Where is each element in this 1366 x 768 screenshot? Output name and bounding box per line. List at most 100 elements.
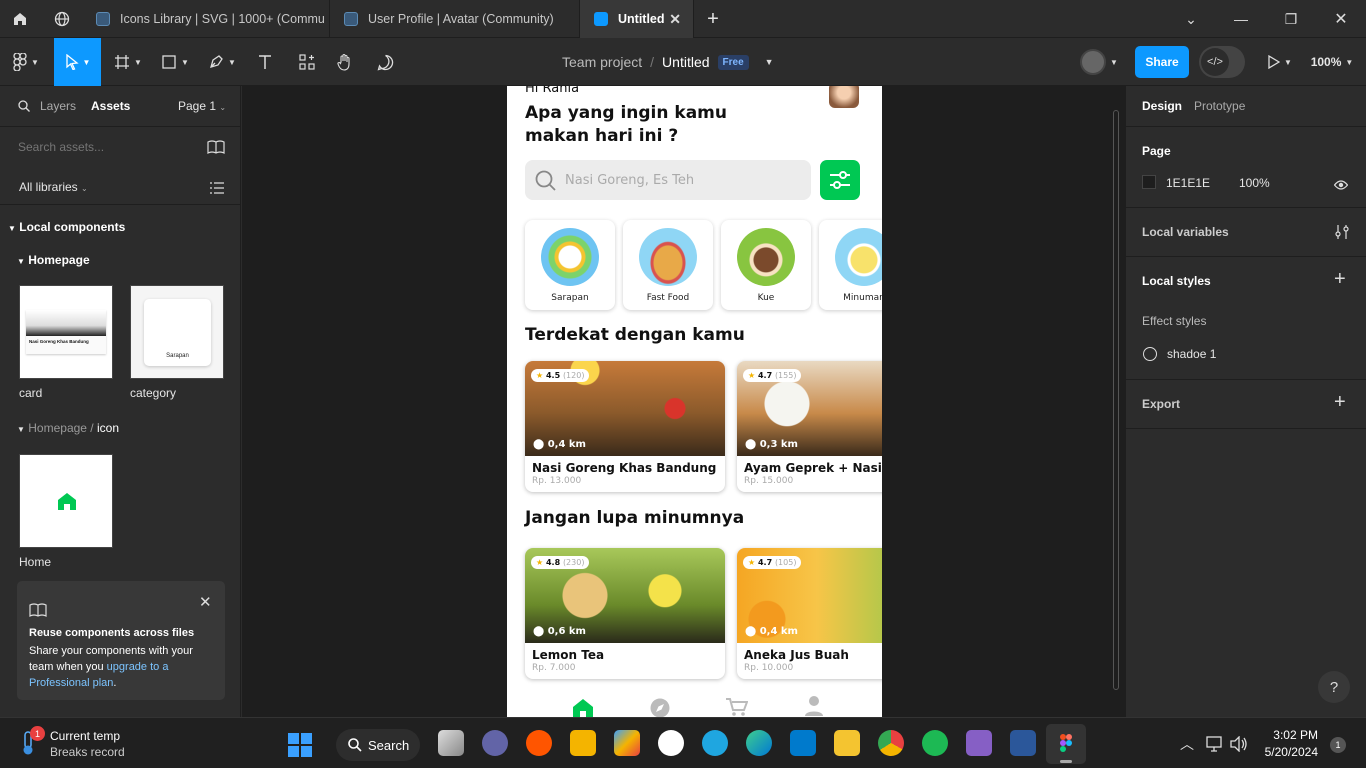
clock-date[interactable]: 5/20/2024 bbox=[1258, 745, 1318, 759]
close-window-icon[interactable]: ✕ bbox=[1316, 0, 1366, 38]
home-icon-component-thumb[interactable] bbox=[19, 454, 113, 548]
add-style-icon[interactable]: + bbox=[1334, 268, 1346, 291]
chevron-down-icon[interactable]: ▼ bbox=[765, 57, 774, 67]
tab-untitled[interactable]: Untitled ✕ bbox=[580, 0, 694, 38]
drink-card[interactable]: ★ 4.8 (230) ⬤ 0,6 km Lemon Tea Rp. 7.000 bbox=[525, 548, 725, 679]
page-color-value[interactable]: 1E1E1E bbox=[1166, 176, 1210, 190]
network-icon[interactable] bbox=[1206, 736, 1224, 752]
cart-icon[interactable] bbox=[726, 698, 748, 716]
tab-design[interactable]: Design bbox=[1142, 99, 1182, 113]
vscode-icon[interactable] bbox=[790, 730, 816, 756]
volume-icon[interactable] bbox=[1230, 736, 1248, 752]
tab-layers[interactable]: Layers bbox=[40, 99, 76, 113]
homepage-group-header[interactable]: ▼ Homepage bbox=[17, 253, 90, 267]
taskbar-search[interactable]: Search bbox=[336, 729, 420, 761]
file-explorer-icon[interactable] bbox=[834, 730, 860, 756]
weather-subtitle[interactable]: Breaks record bbox=[50, 745, 125, 759]
main-menu-button[interactable]: ▼ bbox=[6, 38, 46, 86]
page-color-swatch[interactable] bbox=[1142, 175, 1156, 189]
drink-card[interactable]: ★ 4.7 (105) ⬤ 0,4 km Aneka Jus Buah Rp. … bbox=[737, 548, 882, 679]
search-assets-input[interactable] bbox=[10, 135, 190, 159]
comment-tool-icon[interactable] bbox=[370, 38, 400, 86]
filter-button[interactable] bbox=[820, 160, 860, 200]
homepage-frame[interactable]: Hi Rania Apa yang ingin kamu makan hari … bbox=[507, 86, 882, 717]
eye-icon[interactable] bbox=[1333, 177, 1349, 195]
present-button[interactable]: ▼ bbox=[1262, 38, 1298, 86]
weather-title[interactable]: Current temp bbox=[50, 729, 120, 743]
effect-style-name[interactable]: shadoe 1 bbox=[1167, 347, 1216, 361]
chevron-up-icon[interactable]: ︿ bbox=[1180, 734, 1194, 754]
chevron-down-icon[interactable]: ⌄ bbox=[1166, 0, 1216, 38]
canvas-scrollbar[interactable] bbox=[1113, 110, 1119, 690]
minimize-icon[interactable]: — bbox=[1216, 0, 1266, 38]
microsoft-store-icon[interactable] bbox=[614, 730, 640, 756]
explore-icon[interactable] bbox=[650, 698, 670, 717]
resources-icon[interactable] bbox=[292, 38, 322, 86]
dev-mode-toggle[interactable]: </> bbox=[1199, 46, 1245, 78]
search-icon[interactable] bbox=[18, 99, 30, 117]
move-tool-button[interactable]: ▼ bbox=[54, 38, 101, 86]
notes-app-icon[interactable] bbox=[570, 730, 596, 756]
figma-taskbar-button[interactable] bbox=[1046, 724, 1086, 764]
spotify-icon[interactable] bbox=[922, 730, 948, 756]
card-component-thumb[interactable]: Nasi Goreng Khas Bandung bbox=[19, 285, 113, 379]
avatar[interactable]: ▼ bbox=[1080, 48, 1126, 76]
drink-name: Lemon Tea bbox=[532, 648, 605, 662]
edge-icon[interactable] bbox=[746, 730, 772, 756]
book-icon[interactable] bbox=[207, 140, 225, 159]
local-variables-title[interactable]: Local variables bbox=[1142, 225, 1229, 239]
list-view-icon[interactable] bbox=[210, 181, 224, 199]
home-icon[interactable] bbox=[0, 0, 40, 38]
category-component-thumb[interactable]: Sarapan bbox=[130, 285, 224, 379]
chrome-icon[interactable] bbox=[878, 730, 904, 756]
variables-icon[interactable] bbox=[1335, 224, 1349, 245]
text-tool-icon[interactable] bbox=[250, 38, 280, 86]
tab-icons-library[interactable]: Icons Library | SVG | 1000+ (Commu bbox=[82, 0, 330, 38]
category-card[interactable]: Fast Food bbox=[623, 220, 713, 310]
tab-prototype[interactable]: Prototype bbox=[1194, 99, 1245, 113]
home-icon[interactable] bbox=[572, 698, 594, 717]
weather-widget[interactable]: 1 bbox=[18, 726, 45, 758]
food-card[interactable]: ★ 4.5 (120) ⬤ 0,4 km Nasi Goreng Khas Ba… bbox=[525, 361, 725, 492]
app-icon[interactable] bbox=[658, 730, 684, 756]
teams-chat-icon[interactable] bbox=[482, 730, 508, 756]
visual-studio-icon[interactable] bbox=[966, 730, 992, 756]
hand-tool-icon[interactable] bbox=[330, 38, 360, 86]
tab-assets[interactable]: Assets bbox=[91, 99, 130, 113]
app-icon[interactable] bbox=[702, 730, 728, 756]
soundcloud-icon[interactable] bbox=[526, 730, 552, 756]
shape-tool-button[interactable]: ▼ bbox=[155, 38, 195, 86]
category-card[interactable]: Kue bbox=[721, 220, 811, 310]
share-button[interactable]: Share bbox=[1135, 46, 1189, 78]
page-opacity-value[interactable]: 100% bbox=[1239, 176, 1270, 190]
add-export-icon[interactable]: + bbox=[1334, 391, 1346, 414]
file-name[interactable]: Untitled bbox=[662, 54, 709, 70]
project-name[interactable]: Team project bbox=[562, 54, 642, 70]
local-components-header[interactable]: ▼ Local components bbox=[8, 220, 125, 234]
notification-badge[interactable]: 1 bbox=[1330, 737, 1346, 753]
profile-avatar[interactable] bbox=[829, 86, 859, 108]
design-canvas[interactable]: Hi Rania Apa yang ingin kamu makan hari … bbox=[242, 86, 1125, 717]
new-tab-icon[interactable]: + bbox=[698, 0, 728, 38]
category-card[interactable]: Sarapan bbox=[525, 220, 615, 310]
help-button[interactable]: ? bbox=[1318, 671, 1350, 703]
homepage-icon-group-header[interactable]: ▼ Homepage / icon bbox=[17, 421, 119, 435]
task-view-icon[interactable] bbox=[438, 730, 464, 756]
tab-user-profile[interactable]: User Profile | Avatar (Community) bbox=[330, 0, 580, 38]
word-icon[interactable] bbox=[1010, 730, 1036, 756]
zoom-menu[interactable]: 100% ▼ bbox=[1304, 38, 1360, 86]
category-card[interactable]: Minuman bbox=[819, 220, 882, 310]
close-tab-icon[interactable]: ✕ bbox=[669, 11, 681, 28]
frame-tool-button[interactable]: ▼ bbox=[108, 38, 148, 86]
pen-tool-button[interactable]: ▼ bbox=[202, 38, 242, 86]
globe-icon[interactable] bbox=[42, 0, 82, 38]
food-search-bar[interactable]: Nasi Goreng, Es Teh bbox=[525, 160, 811, 200]
restore-icon[interactable]: ❐ bbox=[1266, 0, 1316, 38]
clock-time[interactable]: 3:02 PM bbox=[1258, 728, 1318, 742]
library-filter[interactable]: All libraries ⌄ bbox=[19, 180, 88, 194]
windows-start-icon[interactable] bbox=[288, 733, 312, 757]
page-selector[interactable]: Page 1 ⌄ bbox=[178, 99, 226, 113]
close-icon[interactable]: ✕ bbox=[199, 593, 212, 611]
food-card[interactable]: ★ 4.7 (155) ⬤ 0,3 km Ayam Geprek + Nasi … bbox=[737, 361, 882, 492]
profile-icon[interactable] bbox=[805, 696, 823, 717]
